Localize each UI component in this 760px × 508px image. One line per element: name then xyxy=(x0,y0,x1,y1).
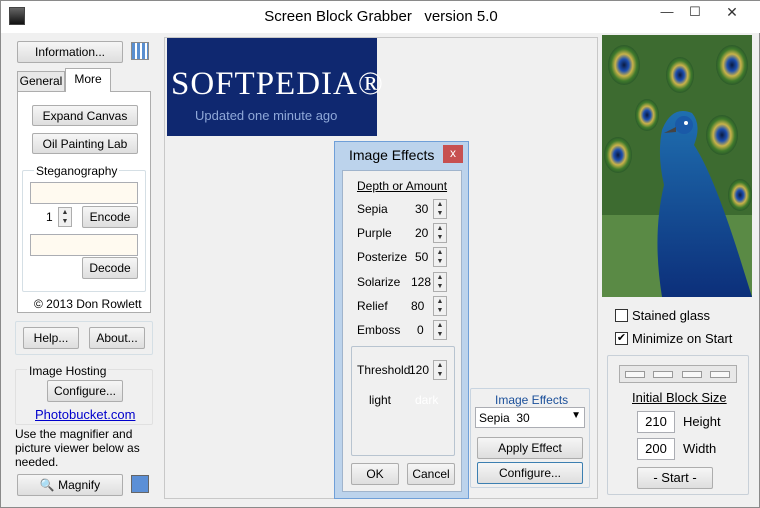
solarize-spinner[interactable]: ▲ ▼ xyxy=(433,272,447,292)
start-button[interactable]: - Start - xyxy=(637,467,713,489)
effects-configure-button[interactable]: Configure... xyxy=(477,462,583,484)
left-panel: Information... General More Expand Canva… xyxy=(9,35,161,501)
banner-subtitle: Updated one minute ago xyxy=(195,108,338,123)
magnifier-icon: 🔍 xyxy=(39,478,55,492)
threshold-spinner[interactable]: ▲ ▼ xyxy=(433,360,447,380)
posterize-label: Posterize xyxy=(357,250,408,264)
steganography-title: Steganography xyxy=(34,164,120,178)
width-input[interactable]: 200 xyxy=(637,438,675,460)
softpedia-logo: SOFTPEDIA® xyxy=(171,66,384,102)
information-button[interactable]: Information... xyxy=(17,41,123,63)
stego-spinner[interactable]: ▲ ▼ xyxy=(58,207,72,227)
minimize-on-start-checkbox[interactable]: ✔ xyxy=(615,332,628,345)
image-hosting-configure-button[interactable]: Configure... xyxy=(47,380,123,402)
preset-2-button[interactable] xyxy=(653,371,673,378)
tab-general[interactable]: General xyxy=(17,71,65,91)
image-hosting-title: Image Hosting xyxy=(27,364,109,378)
emboss-input[interactable]: 0 xyxy=(415,320,435,340)
solarize-label: Solarize xyxy=(357,275,401,289)
picture-viewer-icon[interactable] xyxy=(131,475,149,493)
relief-input[interactable]: 80 xyxy=(409,296,435,316)
about-button[interactable]: About... xyxy=(89,327,145,349)
emboss-label: Emboss xyxy=(357,323,401,337)
magnify-button-label: Magnify xyxy=(58,478,101,492)
apply-effect-button[interactable]: Apply Effect xyxy=(477,437,583,459)
stained-glass-checkbox[interactable] xyxy=(615,309,628,322)
purple-input[interactable]: 20 xyxy=(413,223,435,243)
effect-select-value: Sepia 30 xyxy=(479,411,530,425)
softpedia-banner: SOFTPEDIA® Updated one minute ago xyxy=(167,38,383,136)
expand-canvas-button[interactable]: Expand Canvas xyxy=(32,105,138,126)
minimize-on-start-label[interactable]: Minimize on Start xyxy=(632,331,732,346)
photobucket-link[interactable]: Photobucket.com xyxy=(35,407,135,422)
preview-image xyxy=(602,35,752,297)
dialog-ok-button[interactable]: OK xyxy=(351,463,399,485)
effect-select[interactable]: Sepia 30 ▼ xyxy=(475,407,585,428)
dialog-close-icon[interactable]: x xyxy=(443,145,463,163)
grid-view-icon[interactable] xyxy=(131,42,149,60)
stained-glass-label[interactable]: Stained glass xyxy=(632,308,710,323)
block-size-presets xyxy=(619,365,737,383)
preset-1-button[interactable] xyxy=(625,371,645,378)
threshold-label: Threshold xyxy=(357,363,411,377)
maximize-window-icon[interactable]: ☐ xyxy=(681,1,709,23)
tab-panel-more: Expand Canvas Oil Painting Lab Steganogr… xyxy=(17,91,151,313)
tab-more[interactable]: More xyxy=(65,68,111,92)
emboss-spinner[interactable]: ▲ ▼ xyxy=(433,320,447,340)
dark-label: dark xyxy=(415,393,439,407)
light-label: light xyxy=(369,393,392,407)
close-window-icon[interactable]: ✕ xyxy=(709,1,755,23)
preset-3-button[interactable] xyxy=(682,371,702,378)
decode-button[interactable]: Decode xyxy=(82,257,138,279)
stego-text-input-2[interactable] xyxy=(30,234,138,256)
magnifier-note: Use the magnifier and picture viewer bel… xyxy=(15,427,140,469)
stego-text-input-1[interactable] xyxy=(30,182,138,204)
threshold-input[interactable]: 120 xyxy=(407,360,435,380)
posterize-spinner[interactable]: ▲ ▼ xyxy=(433,247,447,267)
minimize-window-icon[interactable]: — xyxy=(653,1,681,23)
help-button[interactable]: Help... xyxy=(23,327,79,349)
width-label: Width xyxy=(683,441,717,456)
chevron-down-icon: ▼ xyxy=(571,410,581,421)
peacock-image xyxy=(602,35,752,297)
dialog-title: Image Effects xyxy=(349,147,435,163)
sepia-input[interactable]: 30 xyxy=(413,199,435,219)
height-label: Height xyxy=(683,414,721,429)
purple-spinner[interactable]: ▲ ▼ xyxy=(433,223,447,243)
magnify-button[interactable]: 🔍 Magnify xyxy=(17,474,123,496)
title-bar: Screen Block Grabber version 5.0 — ☐ ✕ xyxy=(1,1,760,33)
image-effects-dialog: Image Effects x Depth or Amount Sepia 30… xyxy=(334,141,469,499)
oil-painting-lab-button[interactable]: Oil Painting Lab xyxy=(32,133,138,154)
relief-spinner[interactable]: ▲ ▼ xyxy=(433,296,447,316)
sepia-spinner[interactable]: ▲ ▼ xyxy=(433,199,447,219)
block-size-title: Initial Block Size xyxy=(632,390,727,405)
posterize-input[interactable]: 50 xyxy=(413,247,435,267)
image-effects-panel-title: Image Effects xyxy=(495,393,569,407)
dialog-cancel-button[interactable]: Cancel xyxy=(407,463,455,485)
purple-label: Purple xyxy=(357,226,392,240)
app-window: Screen Block Grabber version 5.0 — ☐ ✕ I… xyxy=(0,0,760,508)
preset-4-button[interactable] xyxy=(710,371,730,378)
depth-heading: Depth or Amount xyxy=(357,179,448,193)
dialog-body: Depth or Amount Sepia 30 ▲ ▼ Purple 20 ▲ ▼… xyxy=(342,170,462,492)
sepia-label: Sepia xyxy=(357,202,388,216)
window-title: Screen Block Grabber version 5.0 xyxy=(264,8,498,25)
relief-label: Relief xyxy=(357,299,388,313)
height-input[interactable]: 210 xyxy=(637,411,675,433)
encode-button[interactable]: Encode xyxy=(82,206,138,228)
copyright-text: © 2013 Don Rowlett xyxy=(34,297,142,311)
